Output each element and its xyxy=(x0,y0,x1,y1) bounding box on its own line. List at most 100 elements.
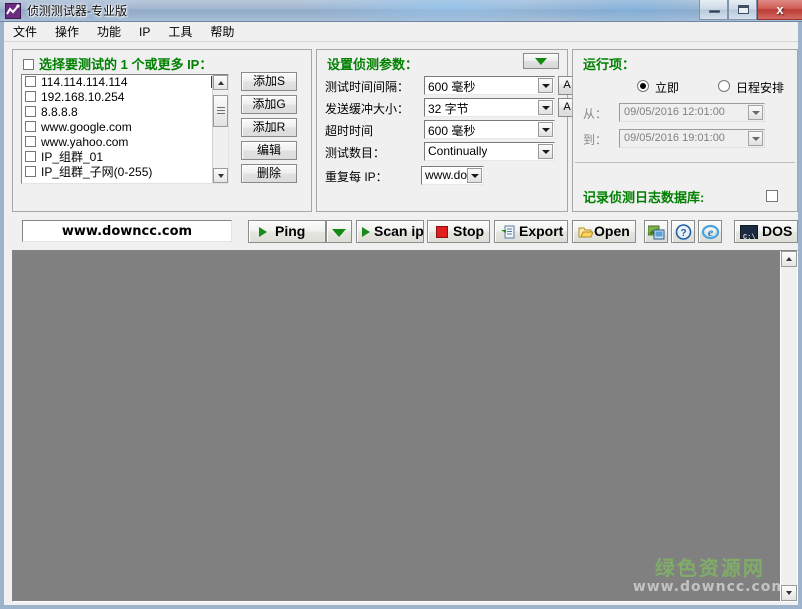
panel-divider xyxy=(575,162,795,163)
repeat-dropdown-button[interactable] xyxy=(467,168,482,183)
param-label-buffer: 发送缓冲大小： xyxy=(325,100,409,117)
params-expand-button[interactable] xyxy=(523,53,559,69)
list-item[interactable]: 192.168.10.254 xyxy=(22,90,228,105)
chevron-down-icon xyxy=(542,150,550,154)
output-scroll-down-button[interactable] xyxy=(781,585,797,601)
timeout-dropdown-button[interactable] xyxy=(538,122,553,137)
count-dropdown-button[interactable] xyxy=(538,144,553,159)
count-value: Continually xyxy=(428,144,487,158)
repeat-dropdown[interactable]: www.dow xyxy=(421,166,484,185)
output-scrollbar[interactable] xyxy=(780,251,797,601)
scroll-up-button[interactable] xyxy=(213,75,228,90)
output-panel: 绿色资源网 www.downcc.com xyxy=(12,250,798,602)
ip-item-label: 192.168.10.254 xyxy=(41,90,124,104)
chevron-down-icon xyxy=(752,111,760,115)
delete-button[interactable]: 删除 xyxy=(241,164,297,183)
svg-text:e: e xyxy=(708,225,714,239)
ping-button[interactable]: Ping xyxy=(248,220,326,243)
output-scroll-up-button[interactable] xyxy=(781,251,797,267)
buffer-dropdown-button[interactable] xyxy=(538,100,553,115)
stop-button[interactable]: Stop xyxy=(427,220,490,243)
close-button[interactable]: x xyxy=(757,0,802,20)
interval-value: 600 毫秒 xyxy=(428,78,475,95)
dos-button[interactable]: C:\ DOS xyxy=(734,220,798,243)
from-datetime-dropdown[interactable] xyxy=(748,105,763,120)
ip-item-checkbox[interactable] xyxy=(25,151,36,162)
chevron-down-icon xyxy=(471,174,479,178)
client-area: 文件 操作 功能 IP 工具 帮助 选择要测试的 1 个或更多 IP： 114.… xyxy=(4,22,798,605)
chevron-down-icon xyxy=(786,591,792,595)
ip-item-checkbox[interactable] xyxy=(25,76,36,87)
open-button[interactable]: Open xyxy=(572,220,636,243)
log-db-checkbox[interactable] xyxy=(766,190,778,202)
menu-item-tools[interactable]: 工具 xyxy=(159,22,201,42)
param-row-count: 测试数目： Continually xyxy=(325,142,561,161)
list-item[interactable]: IP_组群_子网(0-255) xyxy=(22,165,228,180)
menu-item-function[interactable]: 功能 xyxy=(88,22,130,42)
output-text-area[interactable] xyxy=(13,251,780,601)
from-label: 从： xyxy=(583,105,607,122)
param-row-interval: 测试时间间隔： 600 毫秒 A xyxy=(325,76,561,95)
ip-item-checkbox[interactable] xyxy=(25,121,36,132)
add-r-button[interactable]: 添加R xyxy=(241,118,297,137)
buffer-dropdown[interactable]: 32 字节 xyxy=(424,98,555,117)
ip-item-label: IP_组群_01 xyxy=(41,150,103,164)
select-all-checkbox[interactable] xyxy=(23,59,34,70)
add-s-button[interactable]: 添加S xyxy=(241,72,297,91)
scan-ip-button[interactable]: Scan ip xyxy=(356,220,424,243)
menu-item-help[interactable]: 帮助 xyxy=(201,22,243,42)
interval-dropdown[interactable]: 600 毫秒 xyxy=(424,76,555,95)
from-datetime-field[interactable]: 09/05/2016 12:01:00 xyxy=(619,103,765,122)
add-g-button[interactable]: 添加G xyxy=(241,95,297,114)
list-item[interactable]: 8.8.8.8 xyxy=(22,105,228,120)
run-options-panel: 运行项： 立即 日程安排 从： 09/05/2016 12:01:00 到： xyxy=(572,49,798,212)
to-datetime-dropdown[interactable] xyxy=(748,131,763,146)
interval-dropdown-button[interactable] xyxy=(538,78,553,93)
stop-button-label: Stop xyxy=(453,221,484,242)
scrollbar-thumb[interactable] xyxy=(213,95,228,127)
target-url-input[interactable]: www.downcc.com xyxy=(22,220,232,242)
ip-panel-title: 选择要测试的 1 个或更多 IP： xyxy=(39,54,212,73)
ping-dropdown-button[interactable] xyxy=(326,220,352,243)
to-datetime-field[interactable]: 09/05/2016 19:01:00 xyxy=(619,129,765,148)
radio-schedule[interactable] xyxy=(718,80,730,92)
document-export-icon xyxy=(501,225,516,240)
application-window: 侦测测试器-专业版 x 文件 操作 功能 IP 工具 帮助 选择要测试的 1 个… xyxy=(0,0,802,609)
list-item[interactable]: IP_组群_01 xyxy=(22,150,228,165)
radio-immediate[interactable] xyxy=(637,80,649,92)
param-row-repeat: 重复每 IP： www.dow xyxy=(325,166,561,185)
params-panel-title: 设置侦测参数： xyxy=(327,54,418,73)
count-dropdown[interactable]: Continually xyxy=(424,142,555,161)
network-image-button[interactable] xyxy=(644,220,668,243)
ip-item-checkbox[interactable] xyxy=(25,136,36,147)
ip-list-scrollbar[interactable] xyxy=(212,75,228,183)
ip-item-checkbox[interactable] xyxy=(25,91,36,102)
ip-item-checkbox[interactable] xyxy=(25,106,36,117)
target-url-value: www.downcc.com xyxy=(23,224,231,239)
timeout-dropdown[interactable]: 600 毫秒 xyxy=(424,120,555,139)
ip-list[interactable]: 114.114.114.114 192.168.10.254 8.8.8.8 w… xyxy=(21,74,229,184)
open-button-label: Open xyxy=(594,221,630,242)
scroll-down-button[interactable] xyxy=(213,168,228,183)
chevron-down-icon xyxy=(542,84,550,88)
param-label-interval: 测试时间间隔： xyxy=(325,78,409,95)
param-row-buffer: 发送缓冲大小： 32 字节 A xyxy=(325,98,561,117)
export-button[interactable]: Export xyxy=(494,220,568,243)
list-item[interactable]: 114.114.114.114 xyxy=(22,75,228,90)
window-title: 侦测测试器-专业版 xyxy=(27,3,127,19)
to-label: 到： xyxy=(583,131,607,148)
menu-item-file[interactable]: 文件 xyxy=(4,22,46,42)
browser-button[interactable]: e xyxy=(698,220,722,243)
ip-item-checkbox[interactable] xyxy=(25,166,36,177)
edit-button[interactable]: 编辑 xyxy=(241,141,297,160)
list-item[interactable]: www.yahoo.com xyxy=(22,135,228,150)
menu-item-operation[interactable]: 操作 xyxy=(46,22,88,42)
titlebar-glow xyxy=(300,0,600,22)
scan-ip-button-label: Scan ip xyxy=(374,221,424,242)
menu-item-ip[interactable]: IP xyxy=(130,22,159,42)
maximize-icon xyxy=(738,5,749,14)
maximize-button[interactable] xyxy=(728,0,757,20)
list-item[interactable]: www.google.com xyxy=(22,120,228,135)
help-button[interactable]: ? xyxy=(671,220,695,243)
minimize-button[interactable] xyxy=(699,0,728,20)
